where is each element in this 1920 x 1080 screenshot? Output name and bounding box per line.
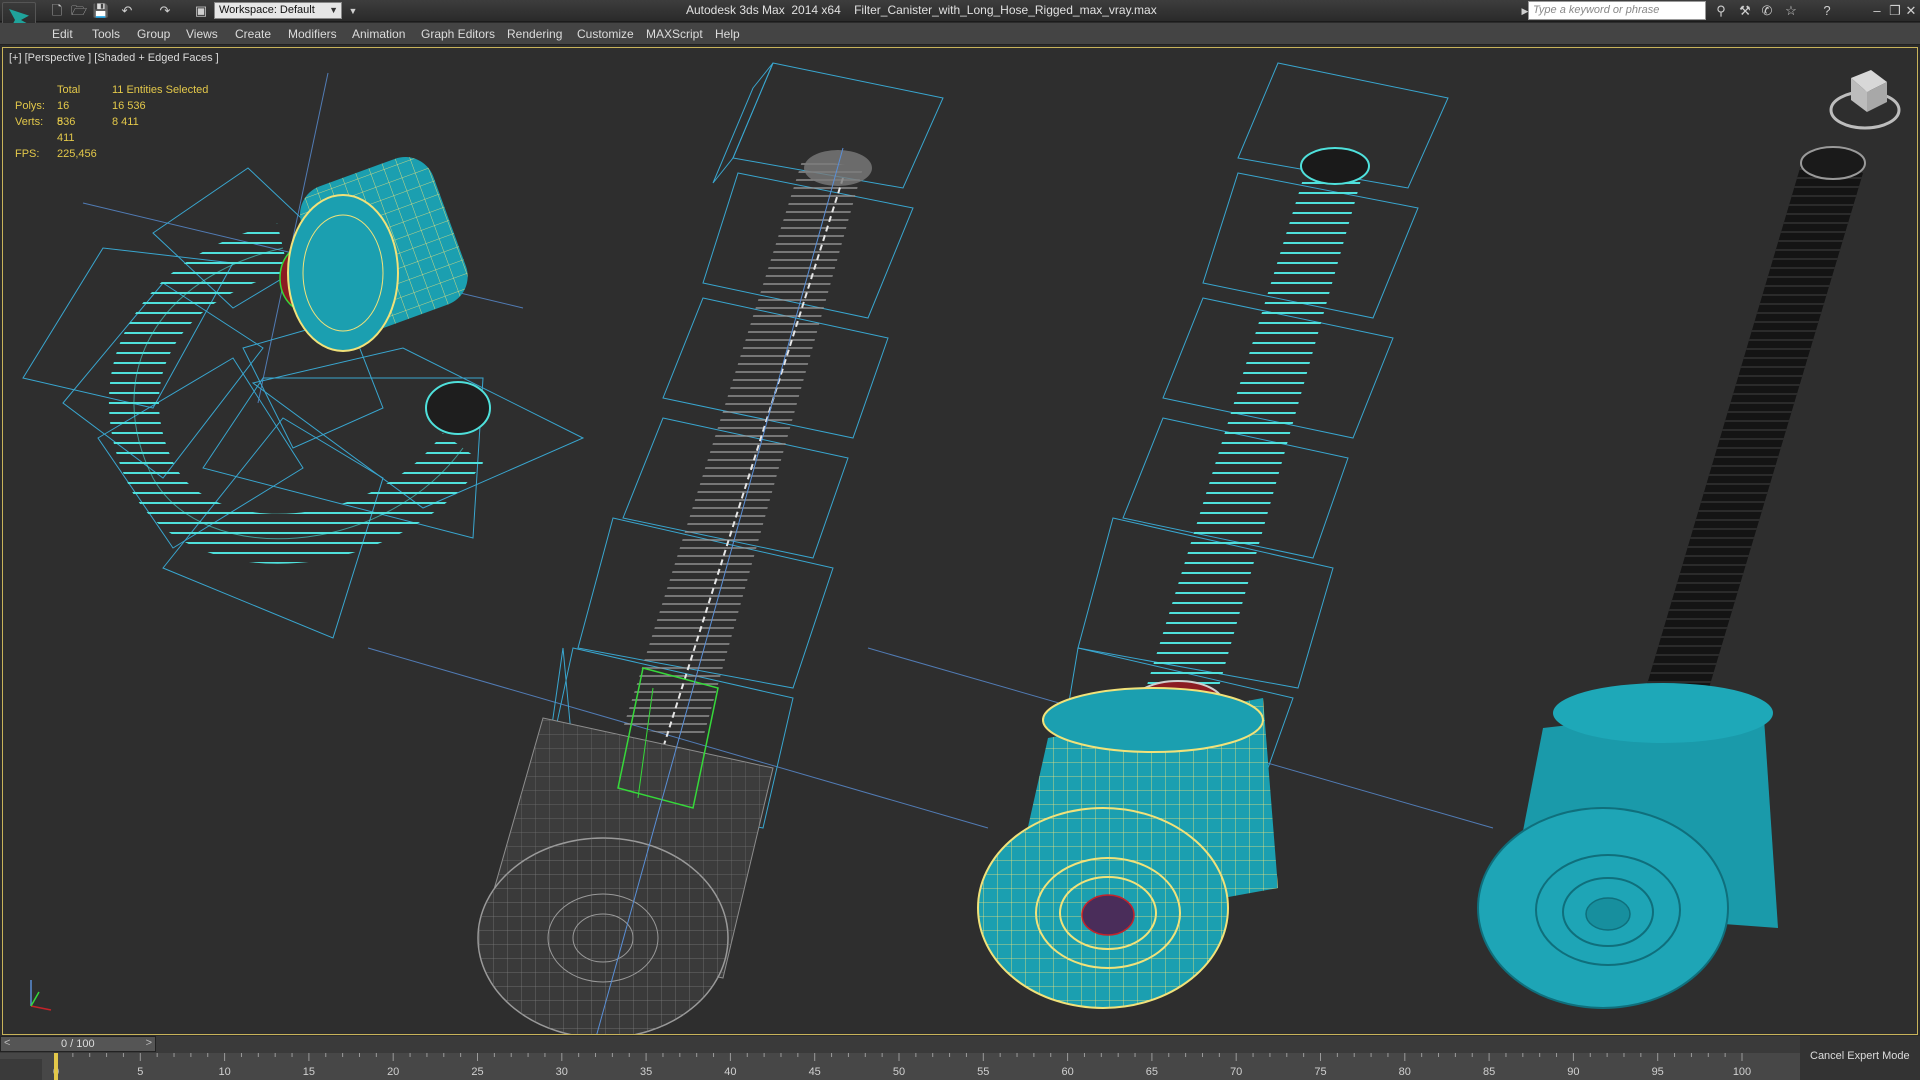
menu-group[interactable]: Group <box>137 27 170 41</box>
workspace-dropdown[interactable]: Workspace: Default ▼ <box>214 2 342 19</box>
stats-polys-selected: 16 536 <box>112 100 146 112</box>
shaded-hose-model <box>1477 146 1866 1009</box>
workspace-label: Workspace: Default <box>219 4 315 16</box>
timeline-tick-label: 50 <box>893 1066 905 1078</box>
help-icon[interactable]: ? <box>1818 2 1836 20</box>
time-slider[interactable]: < 0 / 100 > <box>0 1036 156 1052</box>
stats-selected-label: 11 Entities Selected <box>112 84 209 96</box>
menu-views[interactable]: Views <box>186 27 218 41</box>
project-folder-icon[interactable]: ▣ <box>192 2 210 20</box>
timeline-tick-label: 40 <box>724 1066 736 1078</box>
menu-animation[interactable]: Animation <box>352 27 405 41</box>
title-bar: 🗋 🗁 💾 ↶ ↷ ▣ Workspace: Default ▼ ▼ Autod… <box>0 0 1920 22</box>
curled-hose-model <box>22 157 585 639</box>
timeline-tick-label: 80 <box>1399 1066 1411 1078</box>
view-cube-icon[interactable] <box>1829 70 1901 130</box>
current-frame-marker <box>54 1053 58 1080</box>
menu-edit[interactable]: Edit <box>52 27 73 41</box>
previous-frame-icon[interactable]: < <box>4 1037 10 1049</box>
timeline-track[interactable]: 0510152025303540455055606570758085909510… <box>0 1053 1800 1080</box>
menu-customize[interactable]: Customize <box>577 27 634 41</box>
frame-counter: 0 / 100 <box>61 1038 95 1050</box>
stats-verts-total: 8 411 <box>57 116 75 144</box>
menu-bar: Edit Tools Group Views Create Modifiers … <box>0 23 1920 45</box>
timeline-tick-label: 20 <box>387 1066 399 1078</box>
stats-fps-value: 225,456 <box>57 148 97 160</box>
timeline-tick-label: 5 <box>137 1066 143 1078</box>
axis-tripod-icon <box>30 980 52 1011</box>
chevron-down-icon: ▼ <box>329 5 338 15</box>
redo-icon[interactable]: ↷ <box>156 2 174 20</box>
grey-hose-model <box>477 62 944 1034</box>
subscription-icon[interactable]: ⚒ <box>1736 2 1754 20</box>
timeline: < 0 / 100 > 0510152025303540455055606570… <box>0 1036 1920 1080</box>
save-icon[interactable]: 💾 <box>92 2 110 20</box>
next-frame-icon[interactable]: > <box>146 1037 152 1049</box>
cancel-expert-mode-button[interactable]: Cancel Expert Mode <box>1800 1036 1920 1080</box>
timeline-tick-label: 30 <box>556 1066 568 1078</box>
communication-icon[interactable]: ✆ <box>1758 2 1776 20</box>
stats-verts-selected: 8 411 <box>112 116 139 128</box>
timeline-tick-label: 75 <box>1314 1066 1326 1078</box>
undo-icon[interactable]: ↶ <box>118 2 136 20</box>
menu-graph-editors[interactable]: Graph Editors <box>421 27 495 41</box>
timeline-tick-label: 90 <box>1567 1066 1579 1078</box>
timeline-tick-label: 15 <box>303 1066 315 1078</box>
stats-total-label: Total <box>57 84 81 96</box>
stats-fps-label: FPS: <box>15 148 40 160</box>
timeline-tick-label: 70 <box>1230 1066 1242 1078</box>
perspective-viewport[interactable]: [+] [Perspective ] [Shaded + Edged Faces… <box>2 47 1918 1035</box>
search-input[interactable]: Type a keyword or phrase <box>1528 1 1706 20</box>
menu-maxscript[interactable]: MAXScript <box>646 27 703 41</box>
timeline-tick-label: 35 <box>640 1066 652 1078</box>
timeline-tick-label: 25 <box>471 1066 483 1078</box>
menu-tools[interactable]: Tools <box>92 27 120 41</box>
timeline-tick-label: 85 <box>1483 1066 1495 1078</box>
timeline-tick-label: 100 <box>1733 1066 1751 1078</box>
timeline-tick-label: 60 <box>1061 1066 1073 1078</box>
timeline-tick-label: 10 <box>218 1066 230 1078</box>
minimize-icon[interactable]: – <box>1868 2 1886 20</box>
menu-help[interactable]: Help <box>715 27 740 41</box>
menu-modifiers[interactable]: Modifiers <box>288 27 337 41</box>
track-bar-toggle-icon[interactable] <box>0 1059 42 1080</box>
menu-rendering[interactable]: Rendering <box>507 27 562 41</box>
scene-view <box>22 62 1901 1034</box>
binoculars-icon[interactable]: ⚲ <box>1712 2 1730 20</box>
wireframe-hose-model <box>977 62 1449 1009</box>
timeline-ticks: 0510152025303540455055606570758085909510… <box>53 1053 1751 1080</box>
viewport-label[interactable]: [+] [Perspective ] [Shaded + Edged Faces… <box>9 52 219 64</box>
timeline-tick-label: 45 <box>809 1066 821 1078</box>
favorites-star-icon[interactable]: ☆ <box>1782 2 1800 20</box>
stats-verts-label: Verts: <box>15 116 44 128</box>
new-file-icon[interactable]: 🗋 <box>48 2 66 20</box>
timeline-tick-label: 65 <box>1146 1066 1158 1078</box>
window-title: Autodesk 3ds Max 2014 x64 Filter_Caniste… <box>686 3 1157 17</box>
close-icon[interactable]: ✕ <box>1902 2 1920 20</box>
menu-create[interactable]: Create <box>235 27 271 41</box>
stats-polys-label: Polys: <box>15 100 45 112</box>
timeline-tick-label: 55 <box>977 1066 989 1078</box>
open-file-icon[interactable]: 🗁 <box>70 2 88 20</box>
workspace-menu-icon[interactable]: ▼ <box>344 2 362 20</box>
timeline-tick-label: 95 <box>1652 1066 1664 1078</box>
